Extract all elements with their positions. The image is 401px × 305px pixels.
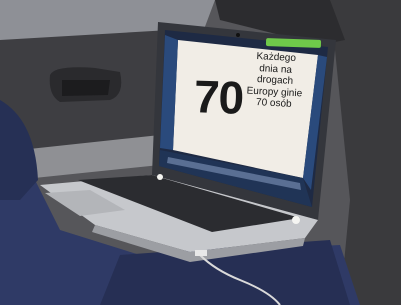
slide-number: 70 <box>193 70 245 124</box>
photo-drawing <box>0 0 401 305</box>
photo-scene: 70 Każdego dnia na drogach Europy ginie … <box>0 0 401 305</box>
slide-caption: Każdego dnia na drogach Europy ginie 70 … <box>242 50 309 111</box>
webcam <box>236 33 240 37</box>
hinge-light <box>157 174 163 180</box>
door-handle-recess <box>62 80 110 96</box>
sticker <box>292 216 300 224</box>
cable-plug <box>195 250 207 256</box>
